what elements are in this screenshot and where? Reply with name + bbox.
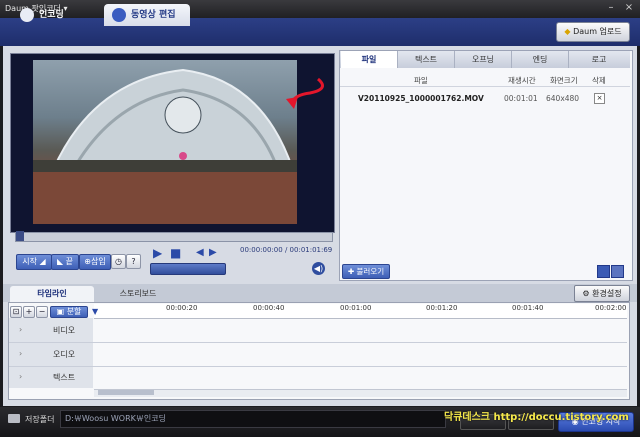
timeline-scrollbar[interactable] (94, 389, 627, 397)
track-video[interactable]: › 비디오 (9, 320, 627, 343)
split-label: 분할 (66, 307, 82, 316)
time-display: 00:00:00:00 / 00:01:01:69 (240, 246, 332, 254)
col-file[interactable]: 파일 (414, 75, 428, 86)
add-file-button[interactable]: ✚ 불러오기 (342, 264, 390, 279)
zoom-in-icon[interactable]: + (23, 306, 35, 318)
grid-view-icon[interactable] (597, 265, 610, 278)
play-icon[interactable]: ▶ (153, 246, 162, 260)
delete-icon[interactable]: × (594, 93, 605, 104)
split-button[interactable]: ▣ 분할 (50, 306, 88, 318)
start-button-label: 시작 (22, 257, 38, 266)
col-duration[interactable]: 재생시간 (508, 75, 536, 86)
tab-encode[interactable]: 인코딩 (12, 4, 80, 26)
watermark: 닥큐데스크 http://doccu.tistory.com (444, 412, 629, 423)
upload-icon: ◆ (564, 27, 571, 36)
clock-icon[interactable]: ◷ (111, 254, 126, 269)
track-audio[interactable]: › 오디오 (9, 344, 627, 367)
scrollbar-thumb[interactable] (98, 390, 154, 395)
playhead-marker-icon[interactable]: ▼ (92, 307, 98, 316)
video-preview-image (33, 68, 297, 224)
tab-edit-label: 동영상 편집 (131, 10, 176, 20)
insert-button-label: 삽입 (90, 257, 106, 266)
chevron-right-icon[interactable]: › (19, 325, 22, 334)
settings-label: 환경설정 (592, 289, 622, 298)
time-separator: / (284, 246, 288, 254)
ruler-tick: 00:00:20 (166, 304, 198, 312)
time-total: 00:01:01:69 (289, 246, 333, 254)
insert-button[interactable]: ⊕삽입 (79, 254, 111, 270)
zoom-out-icon[interactable]: − (36, 306, 48, 318)
ruler-tick: 00:01:20 (426, 304, 458, 312)
tab-ending[interactable]: 엔딩 (512, 51, 569, 68)
help-button[interactable]: ? (126, 254, 141, 269)
seek-bar[interactable] (15, 232, 333, 242)
gear-icon: ⚙ (582, 289, 590, 298)
next-frame-icon[interactable]: ▶ (209, 247, 217, 258)
seek-thumb[interactable] (16, 231, 24, 241)
tab-text[interactable]: 텍스트 (398, 51, 455, 68)
list-view-icon[interactable] (611, 265, 624, 278)
table-row[interactable]: V20110925_1000001762.MOV 00:01:01 640x48… (340, 92, 630, 106)
main-tab-bar (0, 18, 640, 46)
track-label: 비디오 (53, 326, 76, 335)
end-button-label: 끝 (65, 257, 74, 266)
track-text[interactable]: › 텍스트 (9, 367, 627, 389)
tab-logo[interactable]: 로고 (569, 51, 629, 68)
ruler-tick: 00:00:40 (253, 304, 285, 312)
tab-storyboard[interactable]: 스토리보드 (96, 286, 180, 302)
settings-button[interactable]: ⚙ 환경설정 (574, 285, 630, 302)
folder-icon (8, 414, 20, 423)
stop-icon[interactable]: ■ (170, 246, 181, 260)
chevron-right-icon[interactable]: › (19, 349, 22, 358)
volume-icon[interactable]: ◀) (312, 262, 325, 275)
playback-slider[interactable] (150, 263, 226, 275)
arrow-annotation (286, 77, 324, 109)
tab-timeline[interactable]: 타임라인 (10, 286, 94, 302)
tab-video-edit[interactable]: 동영상 편집 (104, 4, 190, 26)
film-icon (112, 7, 126, 22)
chevron-right-icon[interactable]: › (19, 372, 22, 381)
tab-opening[interactable]: 오프닝 (455, 51, 512, 68)
prev-frame-icon[interactable]: ◀ (196, 247, 204, 258)
track-label: 텍스트 (53, 373, 76, 382)
file-table-header: 파일 재생시간 화면크기 삭제 (340, 73, 630, 87)
track-label: 오디오 (53, 350, 76, 359)
tab-encode-label: 인코딩 (39, 10, 64, 20)
encode-icon (20, 7, 34, 22)
close-icon[interactable]: × (622, 2, 636, 15)
upload-button-label: Daum 업로드 (573, 27, 622, 36)
ruler-tick: 00:02:00 (595, 304, 627, 312)
minimize-icon[interactable]: – (604, 2, 618, 15)
fit-icon[interactable]: ⊡ (10, 306, 22, 318)
daum-upload-button[interactable]: ◆ Daum 업로드 (556, 22, 630, 42)
file-size: 640x480 (546, 94, 580, 103)
ruler-tick: 00:01:40 (512, 304, 544, 312)
start-button[interactable]: 시작 ◢ (16, 254, 52, 270)
col-delete[interactable]: 삭제 (592, 75, 606, 86)
file-name: V20110925_1000001762.MOV (358, 94, 484, 103)
add-file-label: 불러오기 (356, 267, 385, 276)
ruler-tick: 00:01:00 (340, 304, 372, 312)
col-size[interactable]: 화면크기 (550, 75, 578, 86)
end-button[interactable]: ◣ 끝 (51, 254, 79, 270)
title-bar: Daum 팟인코더 ▾ – × (0, 0, 640, 18)
video-frame (33, 60, 297, 224)
tab-file[interactable]: 파일 (341, 51, 398, 68)
file-duration: 00:01:01 (504, 94, 538, 103)
time-current: 00:00:00:00 (240, 246, 283, 254)
save-path-field[interactable]: D:￦Woosu WORK￦인코딩 (60, 410, 446, 428)
save-folder-label: 저장폴더 (25, 415, 55, 424)
